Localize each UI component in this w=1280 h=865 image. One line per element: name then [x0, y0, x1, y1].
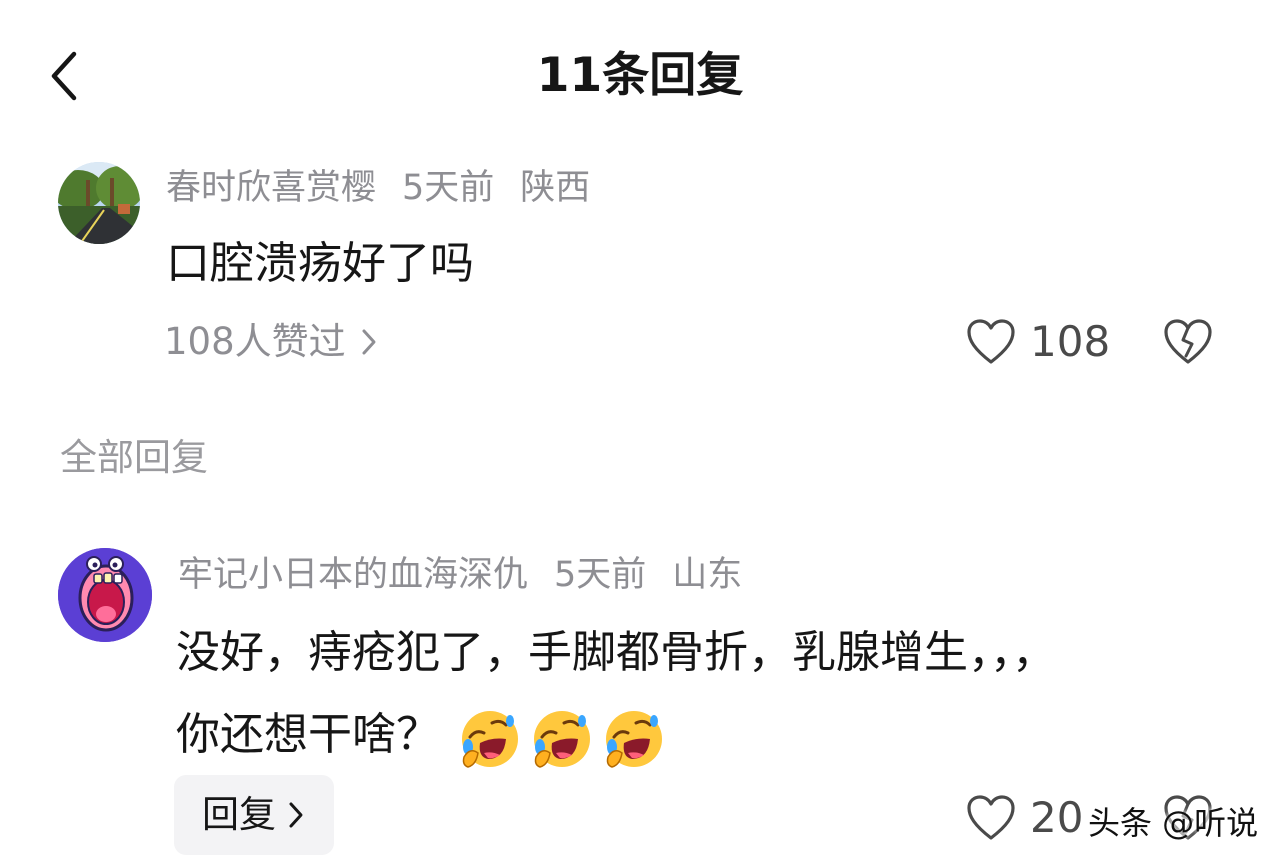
reply-text-block: 没好，痔疮犯了，手脚都骨折，乳腺增生，，，你还想干啥？ [176, 612, 1076, 778]
rolling-on-floor-laughing-emoji [534, 711, 590, 768]
reply-thread-page: 11条回复 春时欣喜赏樱 5天前 陕西 口腔溃疡好了吗 108人赞过 108 全… [0, 0, 1280, 865]
dislike-button[interactable] [1162, 318, 1214, 366]
avatar[interactable] [58, 548, 152, 642]
location: 陕西 [520, 168, 591, 208]
like-count: 108 [1030, 317, 1111, 366]
username[interactable]: 牢记小日本的血海深仇 [178, 555, 528, 595]
timestamp: 5天前 [402, 168, 495, 208]
rolling-on-floor-laughing-emoji [606, 711, 662, 768]
rolling-on-floor-laughing-emoji [462, 711, 518, 768]
chevron-right-icon [289, 802, 303, 828]
like-button[interactable] [966, 794, 1016, 842]
avatar-image-road [58, 162, 140, 244]
like-count: 20 [1030, 793, 1084, 842]
emoji-group [458, 696, 674, 778]
comment-text: 口腔溃疡好了吗 [166, 238, 474, 289]
timestamp: 5天前 [554, 555, 647, 595]
username[interactable]: 春时欣喜赏樱 [166, 168, 376, 208]
location: 山东 [672, 555, 743, 595]
heart-outline-icon [967, 795, 1015, 840]
comment-meta: 春时欣喜赏樱 5天前 陕西 [166, 164, 616, 212]
like-button[interactable] [966, 318, 1016, 366]
reply-meta: 牢记小日本的血海深仇 5天前 山东 [178, 551, 768, 599]
chevron-right-icon [362, 329, 376, 355]
avatar-image-screaming-face [58, 548, 152, 642]
likes-list-link[interactable]: 108人赞过 [164, 316, 378, 368]
heart-outline-icon [967, 319, 1015, 364]
likes-link-label: 108人赞过 [164, 320, 346, 363]
avatar[interactable] [58, 162, 140, 244]
section-label-all-replies: 全部回复 [60, 436, 208, 479]
reply-button[interactable]: 回复 [174, 775, 334, 855]
reply-button-label: 回复 [202, 793, 276, 836]
page-title: 11条回复 [536, 48, 744, 103]
broken-heart-icon [1164, 319, 1212, 364]
watermark: 头条 @听说 [1088, 804, 1259, 842]
